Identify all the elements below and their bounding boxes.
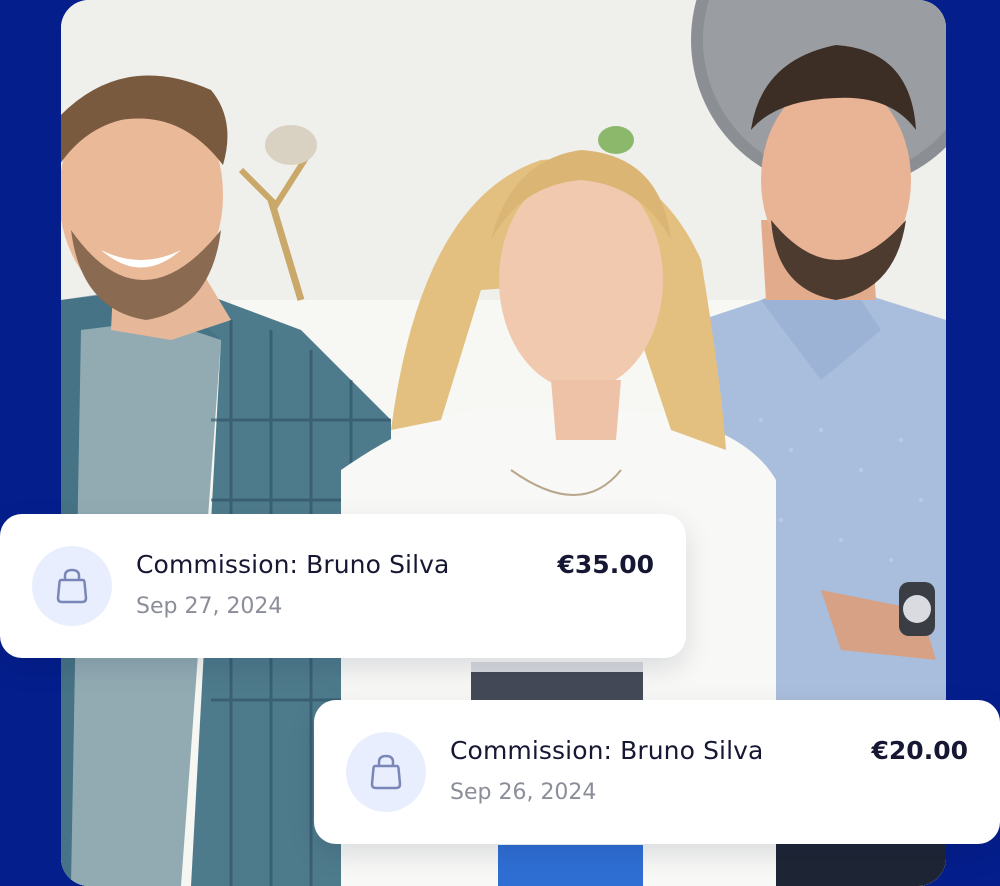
transaction-date: Sep 27, 2024 bbox=[136, 594, 283, 619]
shopping-bag-icon bbox=[56, 568, 88, 604]
shopping-bag-icon bbox=[370, 754, 402, 790]
transaction-title: Commission: Bruno Silva bbox=[450, 736, 764, 765]
transaction-amount: €35.00 bbox=[557, 550, 654, 579]
transaction-date: Sep 26, 2024 bbox=[450, 780, 597, 805]
hero-section: Commission: Bruno Silva Sep 27, 2024 €35… bbox=[0, 0, 1000, 886]
transaction-card[interactable]: Commission: Bruno Silva Sep 26, 2024 €20… bbox=[314, 700, 1000, 844]
transaction-amount: €20.00 bbox=[871, 736, 968, 765]
transaction-title: Commission: Bruno Silva bbox=[136, 550, 450, 579]
shopping-bag-icon-badge bbox=[346, 732, 426, 812]
shopping-bag-icon-badge bbox=[32, 546, 112, 626]
transaction-card[interactable]: Commission: Bruno Silva Sep 27, 2024 €35… bbox=[0, 514, 686, 658]
